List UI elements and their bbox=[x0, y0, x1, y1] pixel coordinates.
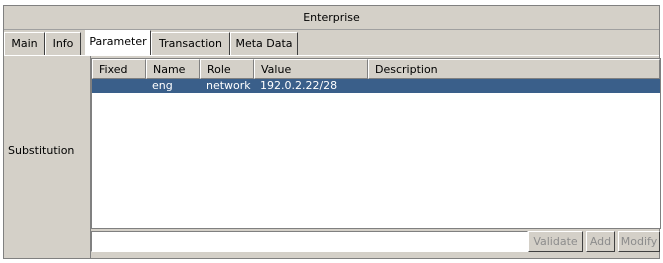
tab-meta-data[interactable]: Meta Data bbox=[230, 32, 298, 55]
column-header-fixed[interactable]: Fixed bbox=[92, 59, 146, 79]
column-header-description[interactable]: Description bbox=[368, 59, 660, 79]
table-header: Fixed Name Role Value Description bbox=[92, 59, 660, 79]
substitution-input[interactable] bbox=[91, 231, 528, 252]
enterprise-window: Enterprise Main Info Parameter Transacti… bbox=[3, 5, 661, 259]
window-title: Enterprise bbox=[303, 11, 360, 24]
add-button[interactable]: Add bbox=[586, 231, 615, 252]
tab-main[interactable]: Main bbox=[4, 32, 45, 55]
column-header-value[interactable]: Value bbox=[254, 59, 368, 79]
cell-name: eng bbox=[152, 79, 173, 92]
substitution-label: Substitution bbox=[8, 144, 75, 157]
cell-fixed bbox=[92, 79, 146, 93]
substitution-table[interactable]: Fixed Name Role Value Description eng ne… bbox=[91, 58, 661, 229]
column-header-name[interactable]: Name bbox=[146, 59, 200, 79]
column-header-role[interactable]: Role bbox=[200, 59, 254, 79]
table-row[interactable]: eng network 192.0.2.22/28 bbox=[92, 79, 660, 93]
edit-bar: Validate Add Modify bbox=[91, 231, 661, 253]
tab-parameter[interactable]: Parameter bbox=[85, 30, 151, 55]
tab-info[interactable]: Info bbox=[45, 32, 81, 55]
modify-button[interactable]: Modify bbox=[618, 231, 660, 252]
tab-transaction[interactable]: Transaction bbox=[151, 32, 230, 55]
cell-description bbox=[368, 79, 660, 93]
cell-value: 192.0.2.22/28 bbox=[260, 79, 338, 92]
validate-button[interactable]: Validate bbox=[528, 231, 583, 252]
cell-role: network bbox=[206, 79, 251, 92]
parameter-panel: Substitution Fixed Name Role Value Descr… bbox=[4, 56, 661, 258]
